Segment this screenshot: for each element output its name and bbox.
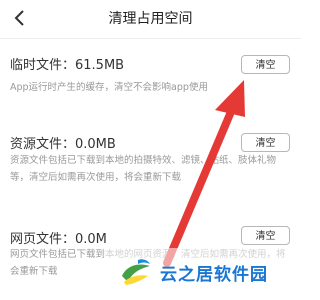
clear-web-files-button[interactable]: 清空 — [241, 226, 290, 245]
watermark: 云之居软件园 — [104, 248, 301, 300]
resource-files-description: 资源文件包括已下载到本地的拍摄特效、滤镜、贴纸、肢体礼物等，清空后如需再次使用，… — [10, 155, 277, 183]
clear-resource-files-button[interactable]: 清空 — [241, 133, 290, 152]
page-title: 清理占用空间 — [108, 11, 193, 27]
watermark-text: 云之居软件园 — [160, 265, 268, 285]
header-divider — [0, 38, 301, 39]
web-files-title: 网页文件：0.0M — [10, 232, 107, 247]
temp-files-title: 临时文件：61.5MB — [10, 58, 125, 73]
temp-files-description: App运行时产生的缓存，清空不会影响app使用 — [10, 82, 208, 93]
resource-files-title: 资源文件：0.0MB — [10, 137, 116, 152]
site-logo-icon — [122, 259, 150, 285]
clear-temp-files-button[interactable]: 清空 — [241, 55, 290, 74]
header-bar: 清理占用空间 — [0, 0, 301, 36]
